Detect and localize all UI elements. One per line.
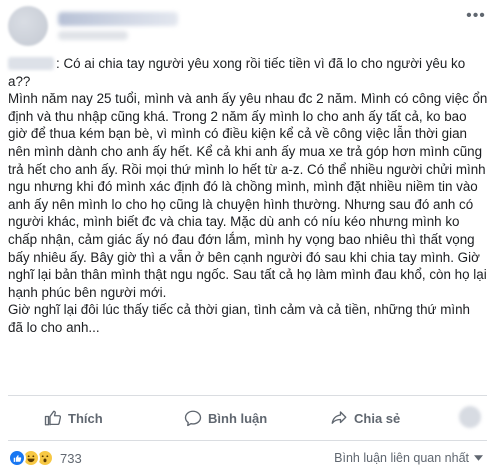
post-header: •••	[0, 0, 495, 50]
thumbs-up-icon	[44, 410, 62, 426]
comment-icon	[184, 410, 202, 427]
post-paragraph-1: Mình năm nay 25 tuổi, mình và anh ấy yêu…	[8, 91, 488, 300]
post-paragraph-2: Giờ nghĩ lại đôi lúc thấy tiếc cả thời g…	[8, 302, 470, 335]
share-button[interactable]: Chia sẻ	[324, 402, 406, 434]
share-arrow-icon	[331, 411, 347, 424]
blurred-mention	[8, 57, 54, 70]
comment-sort-dropdown[interactable]: Bình luận liên quan nhất	[334, 451, 483, 465]
comment-button[interactable]: Bình luận	[178, 402, 273, 434]
caret-down-icon	[474, 455, 483, 461]
reactions-summary[interactable]: 733	[8, 449, 82, 467]
more-options-icon[interactable]: •••	[465, 8, 487, 24]
share-label: Chia sẻ	[354, 410, 401, 426]
comment-sort-label: Bình luận liên quan nhất	[334, 451, 469, 465]
reactions-footer: 733 Bình luận liên quan nhất	[0, 445, 495, 471]
facebook-post: ••• : Có ai chia tay người yêu xong rồi …	[0, 0, 495, 473]
post-question: : Có ai chia tay người yêu xong rồi tiếc…	[8, 55, 488, 90]
comment-label: Bình luận	[208, 410, 268, 426]
post-actions-bar: Thích Bình luận Chia sẻ	[0, 396, 495, 440]
divider	[8, 440, 487, 441]
share-as-avatar[interactable]	[459, 406, 481, 428]
like-label: Thích	[68, 410, 103, 426]
like-icon	[8, 449, 26, 467]
author-name-blurred[interactable]	[58, 12, 178, 26]
like-button[interactable]: Thích	[38, 402, 109, 434]
author-avatar[interactable]	[8, 6, 48, 46]
reaction-count: 733	[60, 450, 82, 466]
post-content: : Có ai chia tay người yêu xong rồi tiếc…	[8, 55, 488, 337]
post-meta-blurred	[58, 31, 128, 40]
post-question-text: : Có ai chia tay người yêu xong rồi tiếc…	[8, 56, 466, 89]
